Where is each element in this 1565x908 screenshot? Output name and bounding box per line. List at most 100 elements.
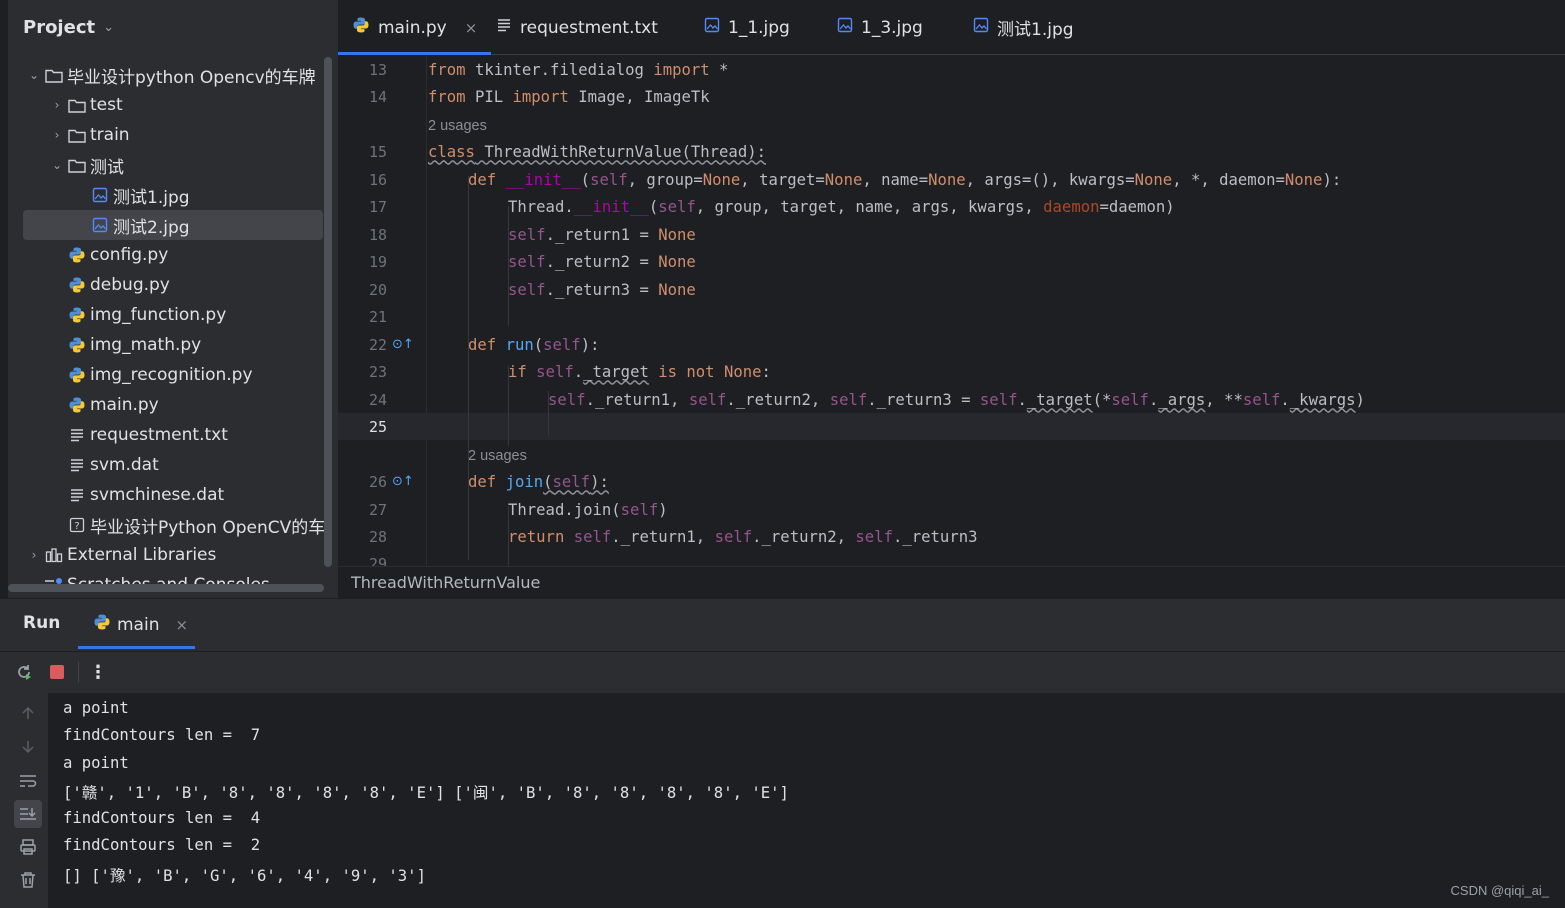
tree-item[interactable]: ⌄ 毕业设计python Opencv的车牌 [23, 60, 323, 90]
tree-item[interactable]: requestment.txt [23, 420, 323, 450]
code-token: , args=(), kwargs= [965, 170, 1135, 189]
tree-item[interactable]: config.py [23, 240, 323, 270]
tree-item-label: config.py [90, 245, 169, 265]
breadcrumb[interactable]: ThreadWithReturnValue [338, 566, 1565, 598]
console-line: ['赣', '1', 'B', '8', '8', '8', '8', 'E']… [63, 784, 789, 802]
close-icon[interactable]: × [465, 19, 478, 37]
tree-item[interactable]: 测试1.jpg [23, 180, 323, 210]
tree-item[interactable]: img_recognition.py [23, 360, 323, 390]
code-token: , target= [740, 170, 825, 189]
tree-item[interactable]: svmchinese.dat [23, 480, 323, 510]
run-tab-main[interactable]: main × [93, 613, 188, 636]
rerun-icon[interactable] [11, 659, 37, 685]
tab-label: main.py [378, 17, 447, 38]
tree-item[interactable]: › train [23, 120, 323, 150]
print-icon[interactable] [14, 833, 42, 861]
code-text: self._return2 = None [508, 253, 696, 271]
tree-item[interactable]: › test [23, 90, 323, 120]
tree-item[interactable]: img_math.py [23, 330, 323, 360]
code-token: Thread.join( [508, 500, 621, 519]
scroll-down-icon[interactable] [14, 733, 42, 761]
tree-item[interactable]: › External Libraries [23, 540, 323, 570]
override-icon[interactable]: ⊙↑ [392, 474, 414, 489]
code-token: ._return1, [585, 390, 689, 409]
tree-item-label: img_math.py [90, 335, 202, 355]
trash-icon[interactable] [14, 866, 42, 894]
code-token: ) [658, 500, 668, 519]
code-line: 26 ⊙↑ def join(self): [338, 468, 1565, 495]
code-token: self [620, 500, 659, 519]
project-vertical-scrollbar[interactable] [324, 57, 332, 567]
tab-1-3-jpg[interactable]: 1_3.jpg [837, 0, 923, 55]
project-panel: Project ⌄ ⌄ 毕业设计python Opencv的车牌 › test › tra… [8, 0, 338, 598]
line-number: 16 [368, 170, 387, 189]
console-output[interactable]: a point findContours len = 7 a point ['赣', … [48, 693, 1565, 908]
project-panel-header[interactable]: Project ⌄ [23, 17, 114, 38]
python-file-icon [66, 276, 88, 294]
image-file-icon [89, 186, 111, 204]
tab-test1-jpg[interactable]: 测试1.jpg [973, 0, 1074, 55]
code-token: ): [590, 472, 609, 491]
code-editor[interactable]: 13 from tkinter.filedialog import * 14 from… [338, 56, 1565, 566]
more-icon[interactable]: ⋮ [85, 659, 111, 685]
soft-wrap-icon[interactable] [14, 767, 42, 795]
scroll-up-icon[interactable] [14, 699, 42, 727]
tree-item[interactable]: img_function.py [23, 300, 323, 330]
tree-item[interactable]: ? 毕业设计Python OpenCV的车 [23, 510, 325, 540]
text-file-icon [66, 426, 88, 444]
code-token: . [1280, 390, 1290, 409]
close-icon[interactable]: × [175, 616, 188, 634]
tab-main-py[interactable]: main.py × [337, 0, 492, 55]
code-text: self._return1 = None [508, 226, 696, 244]
tree-item[interactable]: debug.py [23, 270, 323, 300]
tab-1-1-jpg[interactable]: 1_1.jpg [704, 0, 790, 55]
line-number: 23 [368, 362, 387, 381]
code-text: return self._return1, self._return2, sel… [508, 528, 977, 546]
folder-icon [66, 96, 88, 114]
code-token: self [548, 390, 586, 409]
code-token: ( [533, 335, 544, 354]
code-token: self [688, 390, 727, 409]
tree-item[interactable]: main.py [23, 390, 323, 420]
chevron-down-icon[interactable]: ⌄ [25, 68, 43, 82]
code-token: import [653, 60, 710, 79]
code-token: tkinter.filedialog [465, 60, 654, 79]
code-text: self._return1, self._return2, self._retu… [548, 391, 1365, 409]
tree-item[interactable]: 测试2.jpg [23, 210, 323, 240]
code-token: . [1148, 390, 1159, 409]
indent-guide [508, 366, 509, 446]
stop-icon[interactable] [44, 659, 70, 685]
scroll-to-end-icon[interactable] [14, 800, 42, 828]
line-number: 13 [368, 60, 387, 79]
code-token: self [658, 197, 696, 216]
breadcrumb-item[interactable]: ThreadWithReturnValue [351, 573, 540, 592]
code-token: self [543, 335, 581, 354]
override-icon[interactable]: ⊙↑ [392, 337, 414, 352]
tree-item[interactable]: ⌄ 测试 [23, 150, 323, 180]
chevron-down-icon[interactable]: ⌄ [48, 158, 66, 172]
usages-hint[interactable]: 2 usages [428, 118, 487, 134]
run-panel-title: Run [23, 613, 61, 633]
line-number: 21 [368, 307, 387, 326]
tab-label: 测试1.jpg [997, 20, 1074, 40]
code-token: ._return2, [726, 390, 830, 409]
text-file-icon [496, 17, 512, 38]
chevron-right-icon[interactable]: › [25, 548, 43, 562]
tree-item[interactable]: svm.dat [23, 450, 323, 480]
tab-requestment-txt[interactable]: requestment.txt [496, 0, 658, 55]
code-token: None [658, 280, 696, 299]
code-token: None [658, 252, 696, 271]
project-horizontal-scrollbar[interactable] [8, 584, 324, 592]
usages-hint[interactable]: 2 usages [468, 448, 527, 464]
code-token: . [573, 362, 584, 381]
tree-item-label: test [90, 95, 123, 115]
code-token: _args [1158, 390, 1206, 409]
code-token: None [824, 170, 863, 189]
chevron-right-icon[interactable]: › [48, 128, 66, 142]
line-number: 22 [368, 335, 387, 354]
chevron-right-icon[interactable]: › [48, 98, 66, 112]
line-number: 27 [368, 500, 387, 519]
